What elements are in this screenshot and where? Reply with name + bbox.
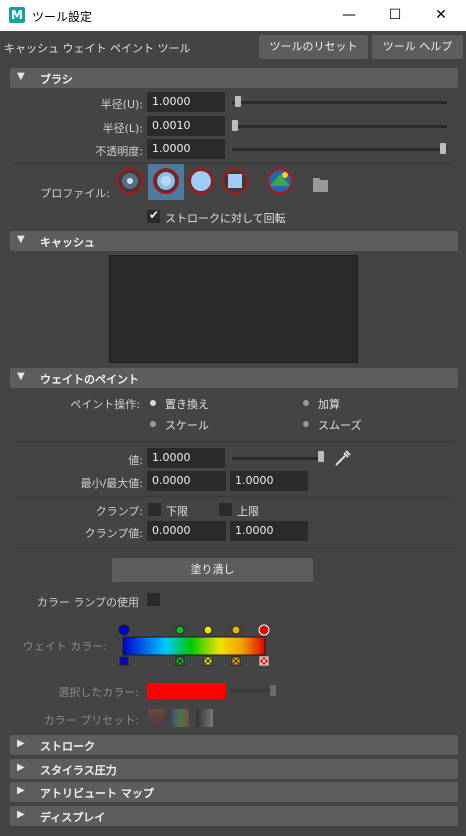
profile-buttons <box>117 164 328 200</box>
profile-square-icon[interactable] <box>222 168 248 194</box>
radius-u-label: 半径(U): <box>100 98 143 111</box>
section-paint-weights[interactable]: ▼ ウェイトのペイント <box>10 368 458 388</box>
radius-u-slider-track[interactable] <box>232 101 447 104</box>
opacity-slider-thumb[interactable] <box>440 143 446 154</box>
reset-tool-button[interactable]: ツールのリセット <box>259 35 368 59</box>
close-button[interactable]: ✕ <box>418 0 464 31</box>
rotate-to-stroke-label: ストロークに対して回転 <box>165 212 286 225</box>
minimize-button[interactable]: — <box>326 0 372 31</box>
radio-add[interactable] <box>303 400 309 406</box>
radius-u-field[interactable]: 1.0000 <box>147 92 225 112</box>
profile-custom-image-icon[interactable] <box>267 168 293 194</box>
max-value-field[interactable]: 1.0000 <box>230 471 308 491</box>
radio-smooth[interactable] <box>303 421 309 427</box>
clamp-upper-checkbox[interactable] <box>219 503 232 516</box>
opacity-label: 不透明度: <box>95 145 143 158</box>
checkmark-icon: ✔ <box>149 208 160 222</box>
section-brush[interactable]: ▼ ブラシ <box>10 68 458 88</box>
tool-help-button[interactable]: ツール ヘルプ <box>372 35 463 59</box>
selected-color-slider-thumb[interactable] <box>270 685 276 696</box>
radio-add-label: 加算 <box>318 398 340 411</box>
radius-u-slider-thumb[interactable] <box>235 96 241 107</box>
clamp-values-label: クランプ値: <box>84 527 143 540</box>
opacity-field[interactable]: 1.0000 <box>147 139 225 159</box>
ramp-handles-top[interactable] <box>118 624 270 636</box>
collapsed-triangle-icon: ▶ <box>17 785 25 796</box>
color-preset-2[interactable] <box>172 709 189 727</box>
tool-name: キャッシュ ウェイト ペイント ツール <box>4 42 191 55</box>
cache-list[interactable] <box>109 255 358 363</box>
section-attribute-maps-label: アトリビュート マップ <box>40 787 154 800</box>
expanded-triangle-icon: ▼ <box>17 71 25 82</box>
window-title: ツール設定 <box>32 10 93 24</box>
color-preset-3[interactable] <box>196 709 213 727</box>
profile-solid-icon[interactable] <box>188 168 214 194</box>
flood-button[interactable]: 塗り潰し <box>112 558 313 582</box>
use-color-ramp-checkbox[interactable] <box>147 593 160 606</box>
minmax-label: 最小/最大値: <box>80 477 143 490</box>
clamp-min-field[interactable]: 0.0000 <box>147 521 226 541</box>
section-stroke[interactable]: ▶ ストローク <box>10 735 458 755</box>
collapsed-triangle-icon: ▶ <box>17 738 25 749</box>
use-color-ramp-label: カラー ランプの使用 <box>36 596 139 609</box>
selected-color-swatch[interactable] <box>147 683 226 699</box>
value-label: 値: <box>128 454 143 467</box>
radius-l-field[interactable]: 0.0010 <box>147 116 225 136</box>
color-presets[interactable] <box>146 707 216 729</box>
title-bar: M ツール設定 — ☐ ✕ <box>0 0 466 31</box>
section-stylus-pressure-label: スタイラス圧力 <box>40 764 117 777</box>
expanded-triangle-icon: ▼ <box>17 234 25 245</box>
profile-soft-icon[interactable] <box>153 168 179 194</box>
section-stroke-label: ストローク <box>40 740 95 753</box>
clamp-max-field[interactable]: 1.0000 <box>230 521 308 541</box>
clamp-lower-label: 下限 <box>166 505 188 518</box>
section-attribute-maps[interactable]: ▶ アトリビュート マップ <box>10 782 458 802</box>
radio-replace[interactable] <box>150 400 156 406</box>
radio-scale-label: スケール <box>165 419 209 432</box>
min-value-field[interactable]: 0.0000 <box>147 471 226 491</box>
section-cache[interactable]: ▼ キャッシュ <box>10 231 458 251</box>
radio-replace-label: 置き換え <box>165 398 209 411</box>
maximize-button[interactable]: ☐ <box>372 0 418 31</box>
opacity-slider-track[interactable] <box>232 148 447 151</box>
section-cache-label: キャッシュ <box>40 236 95 249</box>
radius-l-slider-track[interactable] <box>232 125 447 128</box>
value-slider-track[interactable] <box>232 457 324 460</box>
collapsed-triangle-icon: ▶ <box>17 762 25 773</box>
expanded-triangle-icon: ▼ <box>17 371 25 382</box>
clamp-label: クランプ: <box>95 505 143 518</box>
divider <box>14 548 454 549</box>
profile-label: プロファイル: <box>40 187 110 200</box>
radius-l-label: 半径(L): <box>102 122 143 135</box>
section-display[interactable]: ▶ ディスプレイ <box>10 806 458 826</box>
radius-l-slider-thumb[interactable] <box>232 120 238 131</box>
color-presets-label: カラー プリセット: <box>43 714 139 727</box>
maya-logo-icon: M <box>9 7 25 23</box>
folder-icon[interactable] <box>313 178 328 192</box>
eyedropper-icon[interactable] <box>333 448 353 468</box>
color-preset-1[interactable] <box>148 709 165 727</box>
clamp-lower-checkbox[interactable] <box>148 503 161 516</box>
selected-color-label: 選択したカラー: <box>58 686 139 699</box>
value-slider-thumb[interactable] <box>318 451 324 462</box>
collapsed-triangle-icon: ▶ <box>17 809 25 820</box>
paint-op-label: ペイント操作: <box>70 398 140 411</box>
divider <box>14 441 454 442</box>
rotate-to-stroke-checkbox[interactable]: ✔ <box>147 208 160 223</box>
weight-color-label: ウェイト カラー: <box>22 640 107 653</box>
section-paint-weights-label: ウェイトのペイント <box>40 373 139 386</box>
value-field[interactable]: 1.0000 <box>147 448 225 468</box>
profile-gaussian-icon[interactable] <box>117 168 143 194</box>
radio-smooth-label: スムーズ <box>318 419 362 432</box>
divider <box>14 496 454 497</box>
weight-color-ramp[interactable] <box>114 623 274 669</box>
section-stylus-pressure[interactable]: ▶ スタイラス圧力 <box>10 759 458 779</box>
section-display-label: ディスプレイ <box>40 811 106 824</box>
clamp-upper-label: 上限 <box>237 505 259 518</box>
radio-scale[interactable] <box>150 421 156 427</box>
section-brush-label: ブラシ <box>40 73 73 86</box>
ramp-handles-bottom[interactable] <box>119 656 269 666</box>
